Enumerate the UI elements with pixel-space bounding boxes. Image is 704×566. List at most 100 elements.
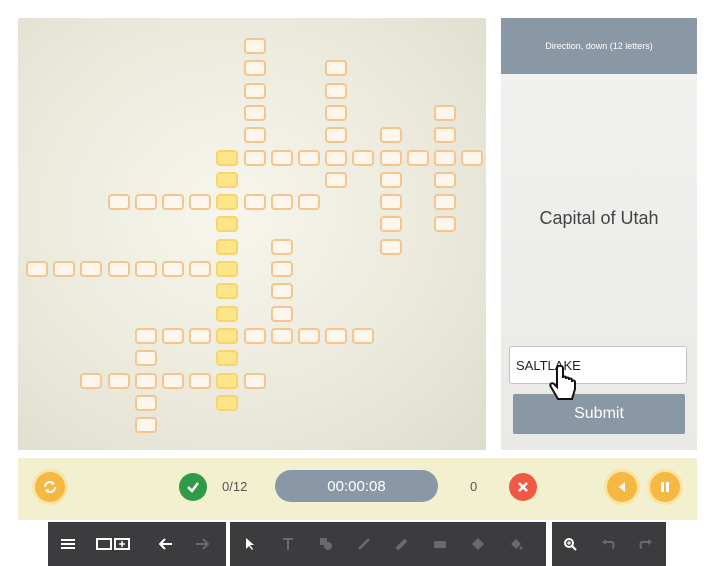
back-button[interactable] [154,532,178,556]
crossword-cell[interactable] [325,127,348,144]
crossword-cell[interactable] [134,327,157,344]
crossword-cell[interactable] [134,417,157,434]
crossword-cell[interactable] [434,127,456,144]
crossword-cell[interactable] [325,149,348,166]
crossword-cell-active[interactable] [216,283,239,300]
forward-button[interactable] [190,532,214,556]
crossword-cell[interactable] [270,238,293,255]
crossword-cell[interactable] [325,60,348,77]
crossword-cell[interactable] [26,261,48,277]
crossword-cell[interactable] [243,104,266,121]
restart-button[interactable] [35,472,65,502]
crossword-cell[interactable] [134,350,157,367]
crossword-cell[interactable] [162,194,184,211]
zoom-button[interactable] [558,532,582,556]
fill-tool[interactable] [504,532,528,556]
crossword-cell[interactable] [243,327,266,344]
crossword-cell[interactable] [325,171,348,188]
crossword-cell[interactable] [243,38,266,54]
crossword-cell[interactable] [243,149,266,166]
crossword-cell[interactable] [134,194,157,211]
submit-button[interactable]: Submit [513,394,685,434]
crossword-cell-active[interactable] [216,350,239,367]
crossword-cell[interactable] [189,194,212,211]
pause-button[interactable] [650,472,680,502]
crossword-cell[interactable] [325,82,348,99]
text-tool[interactable] [276,532,300,556]
crossword-cell[interactable] [270,149,293,166]
eraser-icon [434,541,446,548]
crossword-cell[interactable] [134,372,157,389]
crossword-cell[interactable] [325,104,348,121]
crossword-cell[interactable] [461,149,484,166]
redo-button[interactable] [634,532,658,556]
crossword-cell[interactable] [243,60,266,77]
crossword-cell[interactable] [434,216,456,233]
crossword-cell-active[interactable] [216,372,239,389]
menu-button[interactable] [56,532,80,556]
crossword-cell[interactable] [270,283,293,300]
crossword-cell-active[interactable] [216,238,239,255]
crossword-cell[interactable] [107,372,130,389]
answer-input[interactable] [509,346,687,384]
previous-button[interactable] [607,472,637,502]
crossword-cell[interactable] [107,194,130,211]
crossword-cell[interactable] [243,372,266,389]
crossword-cell[interactable] [270,194,293,211]
crossword-cell[interactable] [379,194,402,211]
crossword-cell[interactable] [270,261,293,277]
crossword-cell[interactable] [379,216,402,233]
crossword-cell[interactable] [298,327,320,344]
shape-tool[interactable] [314,532,338,556]
crossword-cell[interactable] [352,149,375,166]
crossword-cell[interactable] [325,327,348,344]
crossword-cell-active[interactable] [216,305,239,322]
crossword-cell[interactable] [379,127,402,144]
crossword-cell[interactable] [189,261,212,277]
crossword-cell[interactable] [243,82,266,99]
crossword-cell[interactable] [162,261,184,277]
crossword-cell[interactable] [80,372,103,389]
crossword-cell[interactable] [134,394,157,411]
crossword-cell[interactable] [162,372,184,389]
crossword-cell[interactable] [379,171,402,188]
crossword-cell[interactable] [107,261,130,277]
crossword-cell[interactable] [189,327,212,344]
crossword-cell[interactable] [379,238,402,255]
crossword-cell[interactable] [352,327,375,344]
crossword-cell-active[interactable] [216,149,239,166]
crossword-cell[interactable] [270,305,293,322]
crossword-cell-active[interactable] [216,261,239,277]
pages-button[interactable] [94,532,134,556]
crossword-cell[interactable] [162,327,184,344]
crossword-cell[interactable] [80,261,103,277]
crossword-cell[interactable] [243,127,266,144]
crossword-cell[interactable] [134,261,157,277]
crossword-cell[interactable] [270,327,293,344]
crossword-cell-active[interactable] [216,194,239,211]
crossword-cell[interactable] [434,104,456,121]
crossword-cell[interactable] [434,194,456,211]
crossword-cell[interactable] [406,149,429,166]
stamp-tool[interactable] [466,532,490,556]
crossword-cell-active[interactable] [216,394,239,411]
crossword-cell-active[interactable] [216,171,239,188]
crossword-cell[interactable] [434,149,456,166]
crossword-cell[interactable] [243,194,266,211]
stamp-icon [472,538,484,550]
select-tool[interactable] [238,532,262,556]
crossword-cell-active[interactable] [216,216,239,233]
crossword-cell[interactable] [379,149,402,166]
crossword-cell[interactable] [298,194,320,211]
crossword-cell[interactable] [434,171,456,188]
crossword-cell[interactable] [189,372,212,389]
eraser-tool[interactable] [428,532,452,556]
undo-button[interactable] [596,532,620,556]
crossword-cell[interactable] [298,149,320,166]
crossword-cell-active[interactable] [216,327,239,344]
progress-count: 0/12 [222,479,248,494]
pen-tool[interactable] [352,532,376,556]
crossword-cell[interactable] [53,261,76,277]
check-circle-icon [179,473,207,501]
highlighter-tool[interactable] [390,532,414,556]
